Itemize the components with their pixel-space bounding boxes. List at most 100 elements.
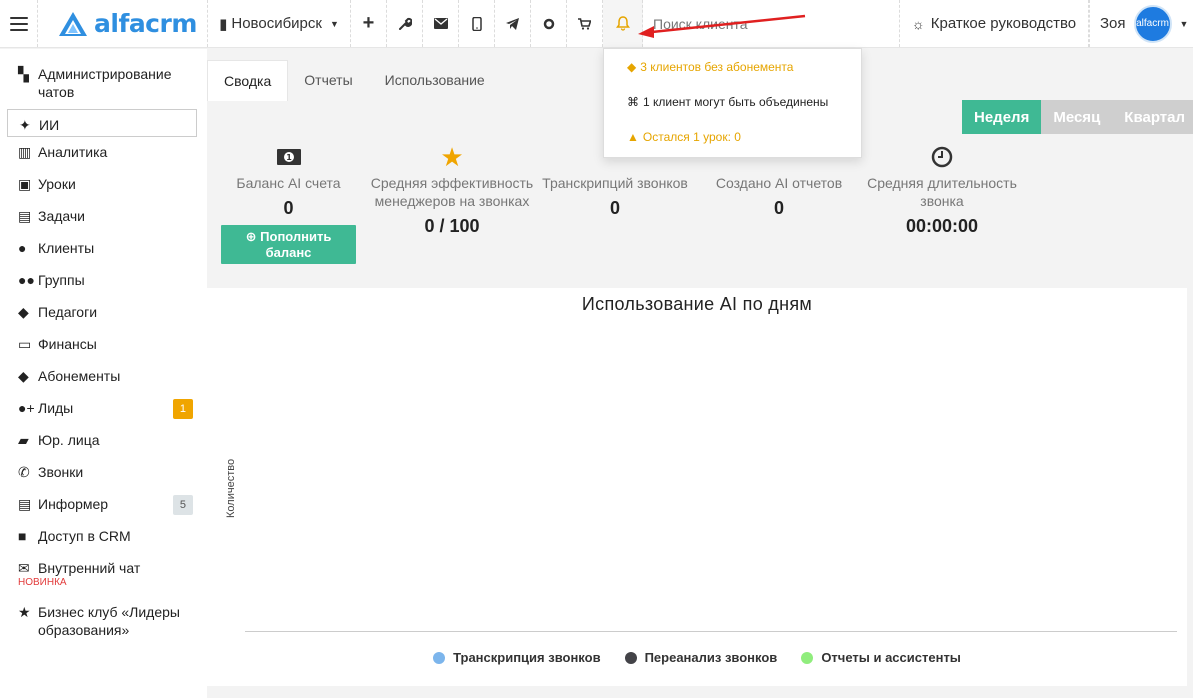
sidebar-item-groups[interactable]: ●● Группы [0,271,207,303]
sidebar-item-label: ИИ [39,117,60,133]
stat-value: 00:00:00 [905,216,979,236]
tag-icon: ◆ [18,368,29,384]
top-bar: alfacrm ▮ Новосибирск ▼ + ☼ Краткое руко… [0,0,1193,48]
legend-dot [433,651,446,664]
calendar-icon: ▣ [18,176,32,192]
informer-count-badge: 5 [172,495,193,515]
stats-panel: 1 Баланс AI счета 0 ⊕ Пополнить баланс ★… [207,140,1193,280]
sidebar: ▚ Администрирование чатов ✦ ИИ ▥ Аналити… [0,49,207,698]
mail-icon [433,18,448,29]
money-icon: ▭ [18,336,32,352]
star-icon: ★ [18,604,31,620]
sparkle-icon: ✦ [19,117,31,133]
sidebar-item-lessons[interactable]: ▣ Уроки [0,175,207,207]
lightbulb-icon: ☼ [911,15,925,32]
sidebar-item-calls[interactable]: ✆ Звонки [0,463,207,495]
sidebar-item-label: Внутренний чат [38,560,141,576]
users-icon: ●● [18,272,35,288]
hamburger-icon [9,16,28,31]
city-label: Новосибирск [231,15,322,32]
legend-dot [624,651,637,664]
new-tag: НОВИНКА [18,577,67,588]
tag-icon: ◆ [627,59,637,74]
sidebar-item-leads[interactable]: ●+ Лиды 1 [0,399,207,431]
sidebar-item-label: Клиенты [38,240,95,256]
lock-icon: ■ [18,528,27,544]
notification-last-lesson[interactable]: ▲ Остался 1 урок: 0 [604,119,861,154]
top-up-button[interactable]: ⊕ Пополнить баланс [221,225,356,264]
period-week-button[interactable]: Неделя [962,100,1042,134]
leads-count-badge: 1 [172,399,193,419]
sidebar-item-analytics[interactable]: ▥ Аналитика [0,143,207,175]
phone-button[interactable] [459,0,495,47]
telegram-button[interactable] [495,0,531,47]
briefcase-icon: ▰ [18,432,29,448]
top-up-label: Пополнить баланс [260,229,332,260]
chart-ylabel: Количество [225,458,237,518]
notification-no-subscription[interactable]: ◆ 3 клиентов без абонемента [604,49,861,84]
stat-value: 0 / 100 [424,216,480,236]
period-quarter-button[interactable]: Квартал [1112,100,1193,134]
stat-label: Создано AI отчетов [715,175,843,191]
wrench-icon [398,17,412,30]
envelope-icon: ✉ [18,560,30,576]
stat-call-duration: Средняя длительность звонка 00:00:00 [864,140,1020,237]
stat-label: Средняя эффективность менеджеров на звон… [370,175,534,209]
sidebar-item-label: Информер [38,496,109,512]
star-icon: ★ [440,141,464,172]
period-month-button[interactable]: Месяц [1041,100,1113,134]
sync-button[interactable] [531,0,567,47]
telegram-icon [506,17,519,30]
legend-item-reports[interactable]: Отчеты и ассистенты [801,650,961,665]
graduation-cap-icon: ◆ [18,304,29,320]
sidebar-item-subscriptions[interactable]: ◆ Абонементы [0,367,207,399]
plus-circle-icon: ⊕ [245,229,257,244]
clock-icon [864,140,1020,174]
sidebar-item-label: Лиды [38,400,74,416]
sidebar-item-informer[interactable]: ▤ Информер 5 [0,495,207,527]
sidebar-item-business-club[interactable]: ★ Бизнес клуб «Лидеры образования» [0,603,207,647]
sidebar-item-ai[interactable]: ✦ ИИ [7,109,197,137]
sidebar-item-clients[interactable]: ● Клиенты [0,239,207,271]
guide-label: Краткое руководство [930,15,1077,32]
sidebar-item-finance[interactable]: ▭ Финансы [0,335,207,367]
mobile-icon [471,16,482,31]
city-select[interactable]: ▮ Новосибирск ▼ [208,0,351,47]
sidebar-item-teachers[interactable]: ◆ Педагоги [0,303,207,335]
add-button[interactable]: + [351,0,387,47]
notification-text: 1 клиент могут быть объединены [643,94,829,109]
tab-reports[interactable]: Отчеты [288,60,368,101]
refresh-icon [543,18,554,29]
user-menu[interactable]: Зоя alfacrm ▼ [1089,0,1193,47]
mail-button[interactable] [423,0,459,47]
sidebar-item-internal-chat[interactable]: ✉ Внутренний чат НОВИНКА [0,559,207,603]
sidebar-item-label: Аналитика [38,144,108,160]
tab-summary[interactable]: Сводка [207,60,289,101]
legend-label: Транскрипция звонков [453,650,601,665]
sidebar-item-chat-admin[interactable]: ▚ Администрирование чатов [0,65,207,109]
stat-label: Транскрипций звонков [542,175,688,191]
logo[interactable]: alfacrm [38,0,208,47]
settings-button[interactable] [387,0,423,47]
legend-item-transcription[interactable]: Транскрипция звонков [433,650,601,665]
period-switch: Неделя Месяц Квартал [962,100,1193,134]
chart-legend: Транскрипция звонков Переанализ звонков … [207,650,1187,665]
tab-usage[interactable]: Использование [369,60,501,101]
notification-text: Остался 1 урок: 0 [642,129,741,144]
sidebar-item-legal-entities[interactable]: ▰ Юр. лица [0,431,207,463]
user-icon: ● [18,240,27,256]
sidebar-item-crm-access[interactable]: ■ Доступ в CRM [0,527,207,559]
cart-button[interactable] [567,0,603,47]
legend-label: Отчеты и ассистенты [821,650,961,665]
guide-button[interactable]: ☼ Краткое руководство [899,0,1089,47]
sidebar-item-tasks[interactable]: ▤ Задачи [0,207,207,239]
tab-bar: Сводка Отчеты Использование [207,60,501,101]
notification-merge-clients[interactable]: ⌘ 1 клиент могут быть объединены [604,84,861,119]
annotation-arrow [638,14,806,38]
sidebar-item-label: Педагоги [38,304,98,320]
sidebar-item-label: Звонки [38,464,84,480]
legend-item-reanalysis[interactable]: Переанализ звонков [624,650,777,665]
menu-button[interactable] [0,0,38,47]
sidebar-item-text: Внутренний чат НОВИНКА [18,559,141,589]
usage-chart: Использование AI по дням Количество Тран… [207,288,1187,686]
